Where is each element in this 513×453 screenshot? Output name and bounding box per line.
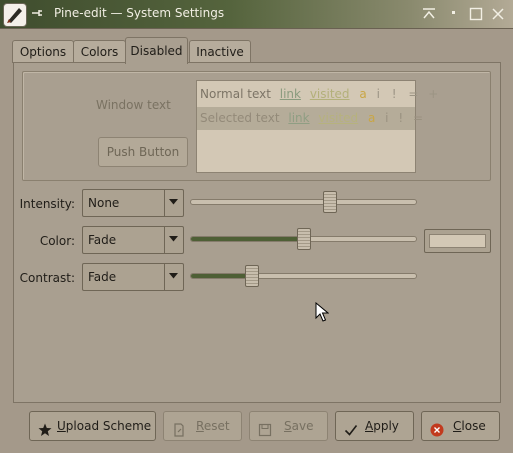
selected-symbol-equals: = bbox=[412, 111, 424, 125]
color-slider[interactable] bbox=[190, 228, 417, 250]
minimize-icon[interactable] bbox=[446, 6, 462, 22]
app-icon[interactable] bbox=[3, 3, 27, 27]
intensity-select[interactable]: None bbox=[82, 189, 184, 217]
tab-disabled[interactable]: Disabled bbox=[125, 37, 188, 64]
contrast-value: Fade bbox=[88, 270, 117, 284]
selected-symbol-i: i bbox=[385, 111, 389, 125]
tab-inactive[interactable]: Inactive bbox=[189, 40, 251, 63]
chevron-down-icon[interactable] bbox=[164, 264, 183, 290]
normal-link: link bbox=[279, 87, 301, 101]
color-value: Fade bbox=[88, 233, 117, 247]
save-label: Save bbox=[284, 419, 314, 433]
normal-visited: visited bbox=[309, 87, 350, 101]
selected-symbol-exclaim: ! bbox=[398, 111, 404, 125]
intensity-slider[interactable] bbox=[190, 191, 417, 213]
window-title: Pine-edit — System Settings bbox=[54, 6, 225, 20]
apply-button[interactable]: Apply bbox=[335, 411, 414, 441]
intensity-value: None bbox=[88, 196, 120, 210]
normal-text: Normal text bbox=[200, 87, 271, 101]
intensity-slider-handle[interactable] bbox=[323, 191, 337, 213]
text-preview-box: Normal text link visited a i ! = + Selec… bbox=[196, 80, 438, 173]
contrast-slider[interactable] bbox=[190, 265, 417, 287]
pin-icon[interactable] bbox=[30, 6, 44, 20]
checkmark-icon bbox=[344, 419, 358, 436]
tab-options[interactable]: Options bbox=[12, 40, 74, 63]
mouse-cursor-icon bbox=[315, 301, 330, 325]
window-text-preview: Window text bbox=[96, 98, 171, 112]
tab-options-label: Options bbox=[19, 45, 67, 59]
normal-symbol-a: a bbox=[359, 87, 367, 101]
normal-symbol-plus: + bbox=[428, 87, 439, 101]
color-picker-button[interactable] bbox=[424, 229, 491, 253]
contrast-label: Contrast: bbox=[19, 271, 75, 285]
contrast-slider-handle[interactable] bbox=[245, 265, 259, 287]
reset-label: Reset bbox=[196, 419, 230, 433]
star-icon bbox=[38, 419, 52, 436]
apply-label: Apply bbox=[365, 419, 399, 433]
selected-text: Selected text bbox=[200, 111, 280, 125]
close-circle-icon bbox=[430, 419, 444, 437]
normal-text-row: Normal text link visited a i ! = + bbox=[197, 83, 438, 106]
close-label: Close bbox=[453, 419, 486, 433]
keep-above-icon[interactable] bbox=[421, 6, 437, 22]
upload-scheme-button[interactable]: Upload Scheme bbox=[29, 411, 156, 441]
contrast-slider-fill bbox=[191, 274, 251, 278]
reset-button[interactable]: Reset bbox=[163, 411, 242, 441]
save-button[interactable]: Save bbox=[249, 411, 328, 441]
upload-scheme-label: Upload Scheme bbox=[57, 419, 152, 433]
document-reset-icon bbox=[172, 419, 186, 437]
chevron-down-icon[interactable] bbox=[164, 227, 183, 253]
close-window-icon[interactable] bbox=[490, 6, 506, 22]
chevron-down-icon[interactable] bbox=[164, 190, 183, 216]
color-label: Color: bbox=[39, 234, 75, 248]
tab-colors-label: Colors bbox=[80, 45, 119, 59]
maximize-icon[interactable] bbox=[468, 6, 484, 22]
selected-link: link bbox=[288, 111, 310, 125]
color-slider-handle[interactable] bbox=[297, 228, 311, 250]
intensity-label: Intensity: bbox=[19, 197, 75, 211]
color-slider-fill bbox=[191, 237, 303, 241]
normal-symbol-i: i bbox=[376, 87, 380, 101]
normal-symbol-exclaim: ! bbox=[391, 87, 397, 101]
close-button[interactable]: Close bbox=[421, 411, 500, 441]
selected-text-row: Selected text link visited a i ! = bbox=[197, 107, 423, 130]
selected-visited: visited bbox=[318, 111, 359, 125]
title-bar[interactable]: Pine-edit — System Settings bbox=[0, 0, 513, 29]
save-disk-icon bbox=[258, 419, 272, 437]
selected-symbol-a: a bbox=[367, 111, 376, 125]
normal-symbol-equals: = bbox=[408, 87, 419, 101]
push-button-label: Push Button bbox=[106, 145, 180, 159]
contrast-select[interactable]: Fade bbox=[82, 263, 184, 291]
push-button-preview: Push Button bbox=[98, 137, 188, 167]
tab-disabled-label: Disabled bbox=[130, 44, 183, 58]
tab-inactive-label: Inactive bbox=[196, 45, 244, 59]
tab-colors[interactable]: Colors bbox=[73, 40, 126, 63]
color-swatch bbox=[429, 234, 486, 248]
color-select[interactable]: Fade bbox=[82, 226, 184, 254]
